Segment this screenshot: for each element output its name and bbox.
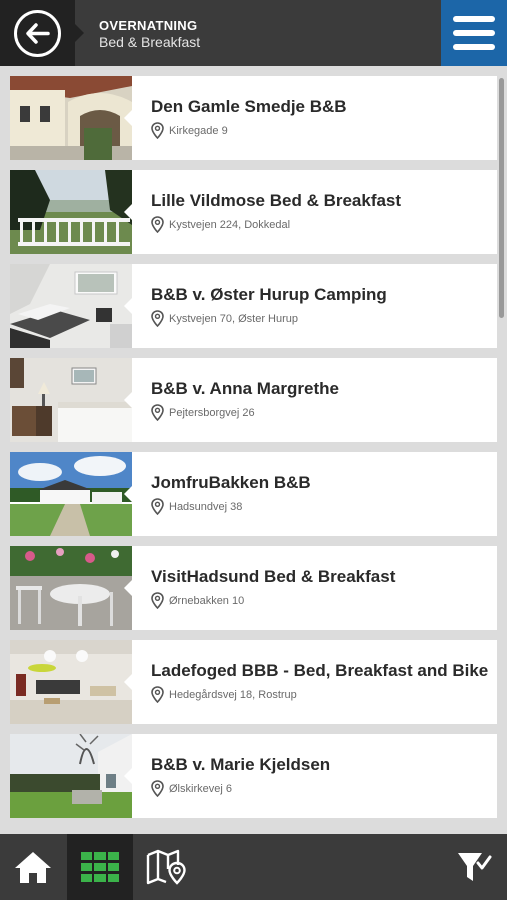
- listing-name: B&B v. Anna Margrethe: [151, 379, 339, 398]
- list-item[interactable]: Ladefoged BBB - Bed, Breakfast and Bike …: [10, 640, 497, 724]
- location-pin-icon: [151, 122, 164, 139]
- address-text: Ølskirkevej 6: [169, 782, 232, 795]
- listing-photo: [10, 546, 132, 630]
- listing-photo: [10, 640, 132, 724]
- listing-address: Ørnebakken 10: [151, 592, 244, 609]
- address-text: Hedegårdsvej 18, Rostrup: [169, 688, 297, 701]
- list-item[interactable]: Lille Vildmose Bed & Breakfast Kystvejen…: [10, 170, 497, 254]
- listing-list: Den Gamle Smedje B&B Kirkegade 9 Lille V…: [10, 76, 497, 828]
- listing-address: Kirkegade 9: [151, 122, 228, 139]
- scrollbar[interactable]: [499, 78, 504, 318]
- hamburger-icon-bar: [453, 44, 495, 50]
- hamburger-icon-bar: [453, 16, 495, 22]
- listing-address: Pejtersborgvej 26: [151, 404, 255, 421]
- filter-icon: [458, 853, 492, 881]
- page-title: OVERNATNING Bed & Breakfast: [99, 17, 200, 51]
- tab-grid[interactable]: [67, 834, 133, 900]
- item-notch: [124, 109, 133, 127]
- location-pin-icon: [151, 404, 164, 421]
- listing-photo: [10, 358, 132, 442]
- address-text: Pejtersborgvej 26: [169, 406, 255, 419]
- item-notch: [124, 485, 133, 503]
- grid-icon: [81, 852, 119, 882]
- listing-name: B&B v. Marie Kjeldsen: [151, 755, 331, 774]
- list-item[interactable]: Den Gamle Smedje B&B Kirkegade 9: [10, 76, 497, 160]
- hamburger-icon-bar: [453, 30, 495, 36]
- address-text: Hadsundvej 38: [169, 500, 243, 513]
- category-title: OVERNATNING: [99, 18, 198, 33]
- map-icon: [146, 849, 186, 885]
- listing-address: Kystvejen 70, Øster Hurup: [151, 310, 298, 327]
- listing-photo: [10, 170, 132, 254]
- list-item[interactable]: JomfruBakken B&B Hadsundvej 38: [10, 452, 497, 536]
- listing-photo: [10, 452, 132, 536]
- home-icon: [15, 852, 51, 883]
- listing-name: Lille Vildmose Bed & Breakfast: [151, 191, 402, 210]
- menu-button[interactable]: [441, 0, 507, 66]
- item-notch: [124, 297, 133, 315]
- tab-home[interactable]: [0, 834, 66, 900]
- list-item[interactable]: B&B v. Øster Hurup Camping Kystvejen 70,…: [10, 264, 497, 348]
- item-notch: [124, 203, 133, 221]
- listing-name: Ladefoged BBB - Bed, Breakfast and Bike: [151, 661, 489, 680]
- back-button[interactable]: [14, 10, 61, 57]
- listing-name: B&B v. Øster Hurup Camping: [151, 285, 387, 304]
- list-item[interactable]: B&B v. Marie Kjeldsen Ølskirkevej 6: [10, 734, 497, 818]
- list-item[interactable]: B&B v. Anna Margrethe Pejtersborgvej 26: [10, 358, 497, 442]
- bottom-nav: [0, 834, 507, 900]
- listing-address: Hadsundvej 38: [151, 498, 242, 515]
- listing-address: Kystvejen 224, Dokkedal: [151, 216, 290, 233]
- top-bar: OVERNATNING Bed & Breakfast: [0, 0, 507, 66]
- location-pin-icon: [151, 310, 164, 327]
- location-pin-icon: [151, 216, 164, 233]
- back-button-tile[interactable]: [0, 0, 75, 66]
- tab-filter[interactable]: [441, 834, 507, 900]
- location-pin-icon: [151, 686, 164, 703]
- address-text: Kirkegade 9: [169, 124, 228, 137]
- subcategory-title: Bed & Breakfast: [99, 34, 201, 50]
- address-text: Kystvejen 224, Dokkedal: [169, 218, 291, 231]
- address-text: Kystvejen 70, Øster Hurup: [169, 312, 299, 325]
- listing-address: Hedegårdsvej 18, Rostrup: [151, 686, 297, 703]
- tab-map[interactable]: [134, 834, 200, 900]
- location-pin-icon: [151, 780, 164, 797]
- listing-name: VisitHadsund Bed & Breakfast: [151, 567, 396, 586]
- list-item[interactable]: VisitHadsund Bed & Breakfast Ørnebakken …: [10, 546, 497, 630]
- address-text: Ørnebakken 10: [169, 594, 245, 607]
- listing-photo: [10, 76, 132, 160]
- item-notch: [124, 767, 133, 785]
- item-notch: [124, 673, 133, 691]
- listing-photo: [10, 734, 132, 818]
- listing-address: Ølskirkevej 6: [151, 780, 232, 797]
- location-pin-icon: [151, 498, 164, 515]
- listing-photo: [10, 264, 132, 348]
- listing-name: JomfruBakken B&B: [151, 473, 311, 492]
- item-notch: [124, 391, 133, 409]
- arrow-left-icon: [26, 23, 50, 44]
- back-tile-notch: [75, 24, 84, 42]
- location-pin-icon: [151, 592, 164, 609]
- item-notch: [124, 579, 133, 597]
- listing-name: Den Gamle Smedje B&B: [151, 97, 347, 116]
